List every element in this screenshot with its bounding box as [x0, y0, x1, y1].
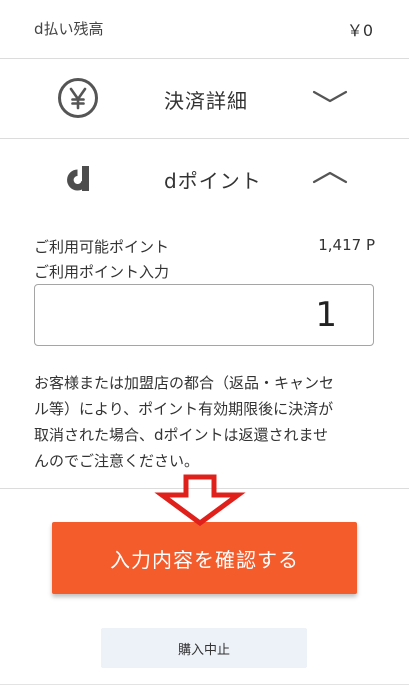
cancel-purchase-button[interactable]: 購入中止 [101, 628, 307, 668]
confirm-input-button[interactable]: 入力内容を確認する [52, 522, 357, 594]
balance-value: ￥0 [346, 21, 373, 40]
notice-text: お客様または加盟店の都合（返品・キャンセ ル等）により、ポイント有効期限後に決済… [34, 370, 379, 474]
notice-line: んのでご注意ください。 [34, 452, 200, 470]
settlement-detail-label: 決済詳細 [164, 89, 248, 113]
notice-line: 取消された場合、dポイントは返還されませ [34, 426, 329, 444]
notice-line: ル等）により、ポイント有効期限後に決済が [34, 400, 334, 418]
settlement-detail-row[interactable]: 決済詳細 [0, 58, 409, 139]
chevron-down-icon[interactable] [312, 86, 348, 108]
d-logo-icon [67, 166, 89, 191]
payment-page: d払い残高 ￥0 決済詳細 dポイント ご利用可能ポイント 1,417 P ご利… [0, 0, 409, 688]
down-arrow-annotation-icon [154, 474, 246, 527]
point-input-label: ご利用ポイント入力 [34, 263, 170, 281]
dpoint-label: dポイント [164, 169, 262, 193]
point-amount-input[interactable] [34, 284, 374, 346]
yen-icon [58, 78, 98, 118]
bottom-divider [0, 684, 409, 685]
dpoint-row[interactable]: dポイント [0, 138, 409, 218]
notice-line: お客様または加盟店の都合（返品・キャンセ [34, 374, 335, 392]
balance-label: d払い残高 [34, 20, 104, 38]
available-points-label: ご利用可能ポイント [34, 238, 170, 256]
available-points-value: 1,417 P [318, 236, 375, 254]
balance-row: d払い残高 ￥0 [0, 0, 409, 59]
chevron-up-icon[interactable] [312, 166, 348, 188]
